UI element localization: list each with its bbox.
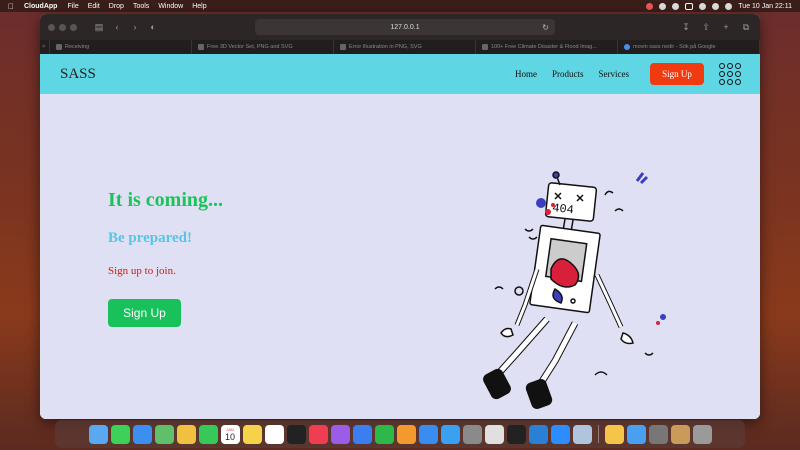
hero-signup-button[interactable]: Sign Up bbox=[108, 299, 181, 327]
tab-title: 100+ Free Climate Disaster & Flood Imag.… bbox=[491, 44, 597, 50]
web-page: SASS Home Products Services Sign Up It i… bbox=[40, 54, 760, 419]
site-logo[interactable]: SASS bbox=[60, 66, 96, 83]
tab-title: Free 3D Vector Set, PNG and SVG bbox=[207, 44, 293, 50]
pages-icon[interactable] bbox=[396, 424, 416, 444]
dock-separator bbox=[597, 425, 599, 443]
cloud-icon[interactable] bbox=[672, 2, 680, 10]
calendar-day-label: 10 bbox=[224, 431, 235, 442]
photos-icon[interactable] bbox=[176, 424, 196, 444]
address-bar[interactable]: 127.0.0.1 ↻ bbox=[255, 19, 555, 35]
textedit-icon[interactable] bbox=[484, 424, 504, 444]
facetime-icon[interactable] bbox=[198, 424, 218, 444]
maps-icon[interactable] bbox=[154, 424, 174, 444]
robot-404-illustration: 404 bbox=[483, 171, 666, 409]
site-navbar: SASS Home Products Services Sign Up bbox=[40, 54, 760, 94]
battery-icon[interactable] bbox=[685, 2, 694, 10]
close-tab-icon[interactable]: × bbox=[40, 40, 50, 54]
keynote-icon[interactable] bbox=[352, 424, 372, 444]
tab-bar: × Receiving Free 3D Vector Set, PNG and … bbox=[40, 40, 760, 54]
screenshot-icon[interactable] bbox=[648, 424, 668, 444]
wifi-icon[interactable] bbox=[699, 2, 707, 10]
tab-title: Error Illustration in PNG, SVG bbox=[349, 44, 422, 50]
download-icon[interactable]: ↧ bbox=[680, 22, 692, 33]
downloads-icon[interactable] bbox=[626, 424, 646, 444]
nav-links: Home Products Services bbox=[515, 54, 629, 94]
nav-signup-button[interactable]: Sign Up bbox=[650, 63, 704, 85]
browser-window: ▤ ‹ › ◐ 127.0.0.1 ↻ ↧ ⇧ + ⧉ × Receiving … bbox=[40, 14, 760, 419]
minimize-window-button[interactable] bbox=[59, 23, 66, 31]
nav-products[interactable]: Products bbox=[552, 69, 584, 79]
safari-icon[interactable] bbox=[440, 424, 460, 444]
tab-error-illustration[interactable]: Error Illustration in PNG, SVG bbox=[334, 40, 476, 54]
hero-title: It is coming... bbox=[108, 189, 223, 211]
settings-icon[interactable] bbox=[462, 424, 482, 444]
search-icon[interactable] bbox=[712, 2, 720, 10]
reminders-icon[interactable] bbox=[264, 424, 284, 444]
menu-window[interactable]: Window bbox=[158, 3, 183, 10]
robot-404-text: 404 bbox=[552, 201, 575, 217]
menu-bar:  CloudApp File Edit Drop Tools Window H… bbox=[0, 0, 800, 12]
favicon-icon bbox=[198, 44, 204, 50]
notes-icon[interactable] bbox=[242, 424, 262, 444]
tab-climate-disaster[interactable]: 100+ Free Climate Disaster & Flood Imag.… bbox=[476, 40, 618, 54]
status-icon[interactable] bbox=[659, 2, 667, 10]
browser-toolbar: ▤ ‹ › ◐ 127.0.0.1 ↻ ↧ ⇧ + ⧉ bbox=[40, 14, 760, 40]
menu-tools[interactable]: Tools bbox=[133, 3, 149, 10]
forward-icon[interactable]: › bbox=[129, 22, 141, 32]
terminal-icon[interactable] bbox=[506, 424, 526, 444]
favicon-icon bbox=[482, 44, 488, 50]
podcasts-icon[interactable] bbox=[330, 424, 350, 444]
window-controls bbox=[48, 23, 77, 31]
menu-drop[interactable]: Drop bbox=[109, 3, 124, 10]
toolbar-actions: ↧ ⇧ + ⧉ bbox=[680, 22, 752, 33]
mail-icon[interactable] bbox=[132, 424, 152, 444]
vscode-icon[interactable] bbox=[528, 424, 548, 444]
music-icon[interactable] bbox=[308, 424, 328, 444]
control-center-icon[interactable] bbox=[725, 2, 733, 10]
sidebar-icon[interactable]: ▤ bbox=[93, 22, 105, 33]
nav-services[interactable]: Services bbox=[599, 69, 630, 79]
new-tab-icon[interactable]: + bbox=[720, 22, 732, 33]
app-menu[interactable]: CloudApp bbox=[24, 3, 57, 10]
finder-icon[interactable] bbox=[88, 424, 108, 444]
zoom-icon[interactable] bbox=[550, 424, 570, 444]
archive-icon[interactable] bbox=[670, 424, 690, 444]
menu-help[interactable]: Help bbox=[192, 3, 206, 10]
favicon-icon bbox=[340, 44, 346, 50]
url-text: 127.0.0.1 bbox=[390, 23, 420, 31]
appstore-icon[interactable] bbox=[418, 424, 438, 444]
clock[interactable]: Tue 10 Jan 22:11 bbox=[738, 3, 792, 10]
reload-icon[interactable]: ↻ bbox=[542, 23, 549, 32]
tv-icon[interactable] bbox=[286, 424, 306, 444]
numbers-icon[interactable] bbox=[374, 424, 394, 444]
preview-icon[interactable] bbox=[572, 424, 592, 444]
google-icon bbox=[624, 44, 630, 50]
menu-edit[interactable]: Edit bbox=[88, 3, 100, 10]
messages-icon[interactable] bbox=[110, 424, 130, 444]
dock: JAN 10 bbox=[55, 420, 745, 448]
menu-file[interactable]: File bbox=[67, 3, 78, 10]
tab-3d-vector[interactable]: Free 3D Vector Set, PNG and SVG bbox=[192, 40, 334, 54]
tab-title: movin sass nedir - Sök på Google bbox=[633, 44, 716, 50]
folder-icon[interactable] bbox=[604, 424, 624, 444]
back-icon[interactable]: ‹ bbox=[111, 22, 123, 32]
zoom-window-button[interactable] bbox=[70, 23, 77, 31]
hero-subtitle: Be prepared! bbox=[108, 230, 193, 246]
shield-icon[interactable]: ◐ bbox=[147, 22, 159, 32]
menu-grid-icon[interactable] bbox=[719, 63, 741, 85]
close-window-button[interactable] bbox=[48, 23, 55, 31]
hero-text: Sign up to join. bbox=[108, 265, 176, 277]
calendar-icon[interactable]: JAN 10 bbox=[220, 424, 240, 444]
tab-receiving[interactable]: Receiving bbox=[50, 40, 192, 54]
apple-icon[interactable]:  bbox=[8, 2, 14, 11]
recording-icon[interactable] bbox=[646, 2, 654, 10]
tab-google-search[interactable]: movin sass nedir - Sök på Google bbox=[618, 40, 760, 54]
share-icon[interactable]: ⇧ bbox=[700, 22, 712, 33]
favicon-icon bbox=[56, 44, 62, 50]
trash-icon[interactable] bbox=[692, 424, 712, 444]
status-area: Tue 10 Jan 22:11 bbox=[646, 2, 792, 10]
tab-title: Receiving bbox=[65, 44, 90, 50]
nav-home[interactable]: Home bbox=[515, 69, 537, 79]
tab-overview-icon[interactable]: ⧉ bbox=[740, 22, 752, 33]
